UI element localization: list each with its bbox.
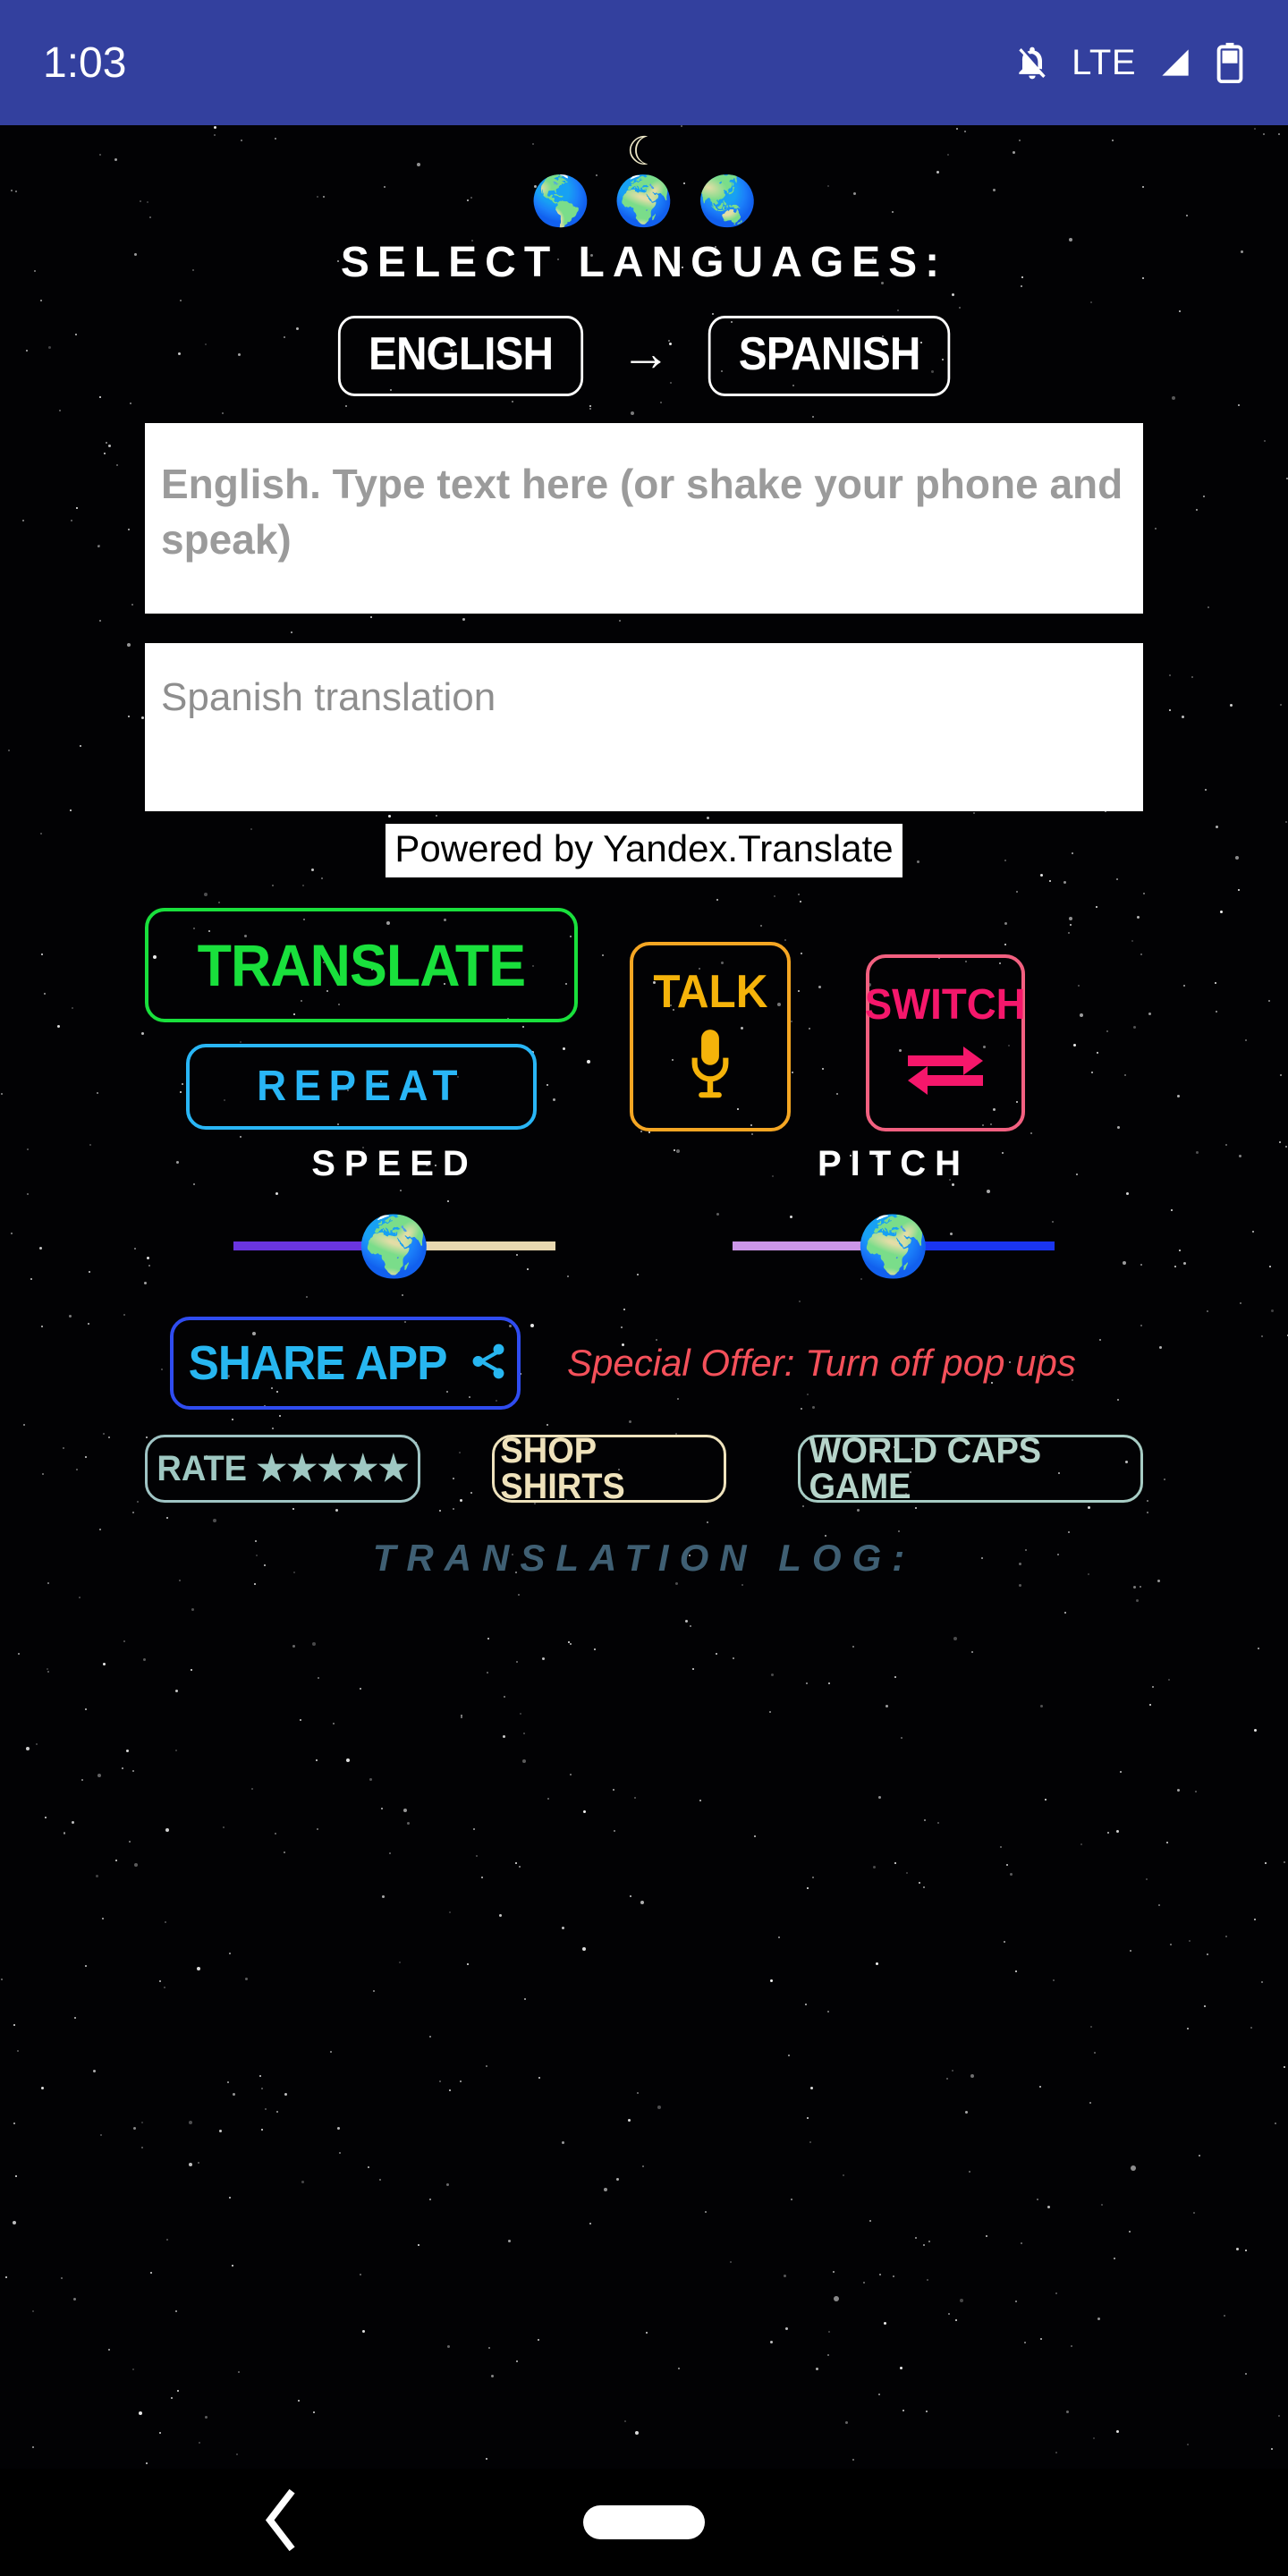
source-text-input[interactable]: English. Type text here (or shake your p… — [145, 423, 1143, 616]
translate-button[interactable]: TRANSLATE — [145, 908, 578, 1022]
translate-button-label: TRANSLATE — [197, 932, 526, 998]
direction-arrow-icon: → — [620, 325, 671, 381]
attribution-label: Powered by Yandex.Translate — [386, 824, 902, 877]
repeat-button-label: REPEAT — [257, 1063, 466, 1110]
repeat-button[interactable]: REPEAT — [186, 1044, 537, 1130]
speed-slider-group: SPEED 🌍 — [145, 1144, 644, 1284]
speed-slider-thumb[interactable]: 🌍 — [358, 1216, 431, 1275]
language-selector-row: ENGLISH → SPANISH — [0, 316, 1288, 396]
swap-arrows-icon — [906, 1043, 985, 1103]
app-screen: 1:03 LTE ☾ 🌎 🌍 🌏 SELECT LANGUAGES: ENGLI… — [0, 0, 1288, 2576]
android-nav-bar — [0, 2469, 1288, 2576]
status-icons: LTE — [1013, 42, 1245, 83]
special-offer-link[interactable]: Special Offer: Turn off pop ups — [567, 1342, 1076, 1385]
share-app-button[interactable]: SHARE APP — [170, 1317, 521, 1410]
translation-log-list[interactable] — [0, 1580, 1288, 2576]
pitch-slider-thumb[interactable]: 🌍 — [857, 1216, 930, 1275]
bottom-buttons-row: RATE ★★★★★ SHOP SHIRTS WORLD CAPS GAME — [145, 1431, 1143, 1506]
world-caps-game-button-label: WORLD CAPS GAME — [809, 1431, 1042, 1506]
main-content: ☾ 🌎 🌍 🌏 SELECT LANGUAGES: ENGLISH → SPAN… — [0, 125, 1288, 2576]
share-nodes-icon — [468, 1341, 509, 1386]
globe-row: 🌎 🌍 🌏 — [0, 170, 1288, 233]
shop-shirts-button[interactable]: SHOP SHIRTS — [492, 1431, 726, 1506]
switch-button[interactable]: SWITCH — [865, 954, 1026, 1131]
sliders-row: SPEED 🌍 PITCH 🌍 — [145, 1144, 1143, 1284]
crescent-moon-icon: ☾ — [626, 130, 662, 174]
moon-row: ☾ — [0, 132, 1288, 175]
switch-button-label: SWITCH — [865, 980, 1026, 1029]
source-placeholder: English. Type text here (or shake your p… — [161, 461, 1123, 563]
signal-icon — [1156, 43, 1195, 82]
page-title: SELECT LANGUAGES: — [340, 239, 948, 286]
talk-button-label: TALK — [652, 965, 768, 1018]
attribution-row: Powered by Yandex.Translate — [0, 824, 1288, 877]
status-bar: 1:03 LTE — [0, 0, 1288, 125]
pitch-slider-label: PITCH — [818, 1144, 970, 1183]
globe-europe-africa-icon: 🌍 — [614, 174, 674, 228]
home-pill-icon[interactable] — [583, 2505, 705, 2539]
globe-asia-australia-icon: 🌏 — [697, 174, 758, 228]
status-clock: 1:03 — [43, 38, 127, 87]
battery-icon — [1215, 42, 1245, 83]
source-language-button[interactable]: ENGLISH — [337, 316, 583, 396]
globe-americas-icon: 🌎 — [530, 174, 591, 228]
target-placeholder: Spanish translation — [161, 675, 496, 719]
pitch-slider[interactable]: 🌍 — [644, 1208, 1143, 1284]
share-app-button-label: SHARE APP — [188, 1336, 448, 1390]
speed-slider[interactable]: 🌍 — [145, 1208, 644, 1284]
back-chevron-icon[interactable] — [259, 2488, 301, 2557]
rate-app-button-label: RATE ★★★★★ — [157, 1449, 409, 1488]
share-row: SHARE APP Special Offer: Turn off pop up… — [145, 1317, 1143, 1410]
target-text-output[interactable]: Spanish translation — [145, 643, 1143, 811]
network-type-label: LTE — [1072, 42, 1136, 82]
bell-off-icon — [1013, 43, 1052, 82]
speed-slider-label: SPEED — [311, 1144, 478, 1183]
translation-log-title: TRANSLATION LOG: — [372, 1537, 916, 1579]
microphone-icon — [679, 1026, 741, 1106]
world-caps-game-button[interactable]: WORLD CAPS GAME — [798, 1431, 1143, 1506]
action-buttons: TRANSLATE REPEAT TALK SWITCH — [145, 908, 1143, 1131]
talk-button[interactable]: TALK — [630, 942, 791, 1131]
shop-shirts-button-label: SHOP SHIRTS — [500, 1431, 625, 1506]
pitch-slider-group: PITCH 🌍 — [644, 1144, 1143, 1284]
rate-app-button[interactable]: RATE ★★★★★ — [145, 1435, 420, 1503]
target-language-button[interactable]: SPANISH — [708, 316, 951, 396]
